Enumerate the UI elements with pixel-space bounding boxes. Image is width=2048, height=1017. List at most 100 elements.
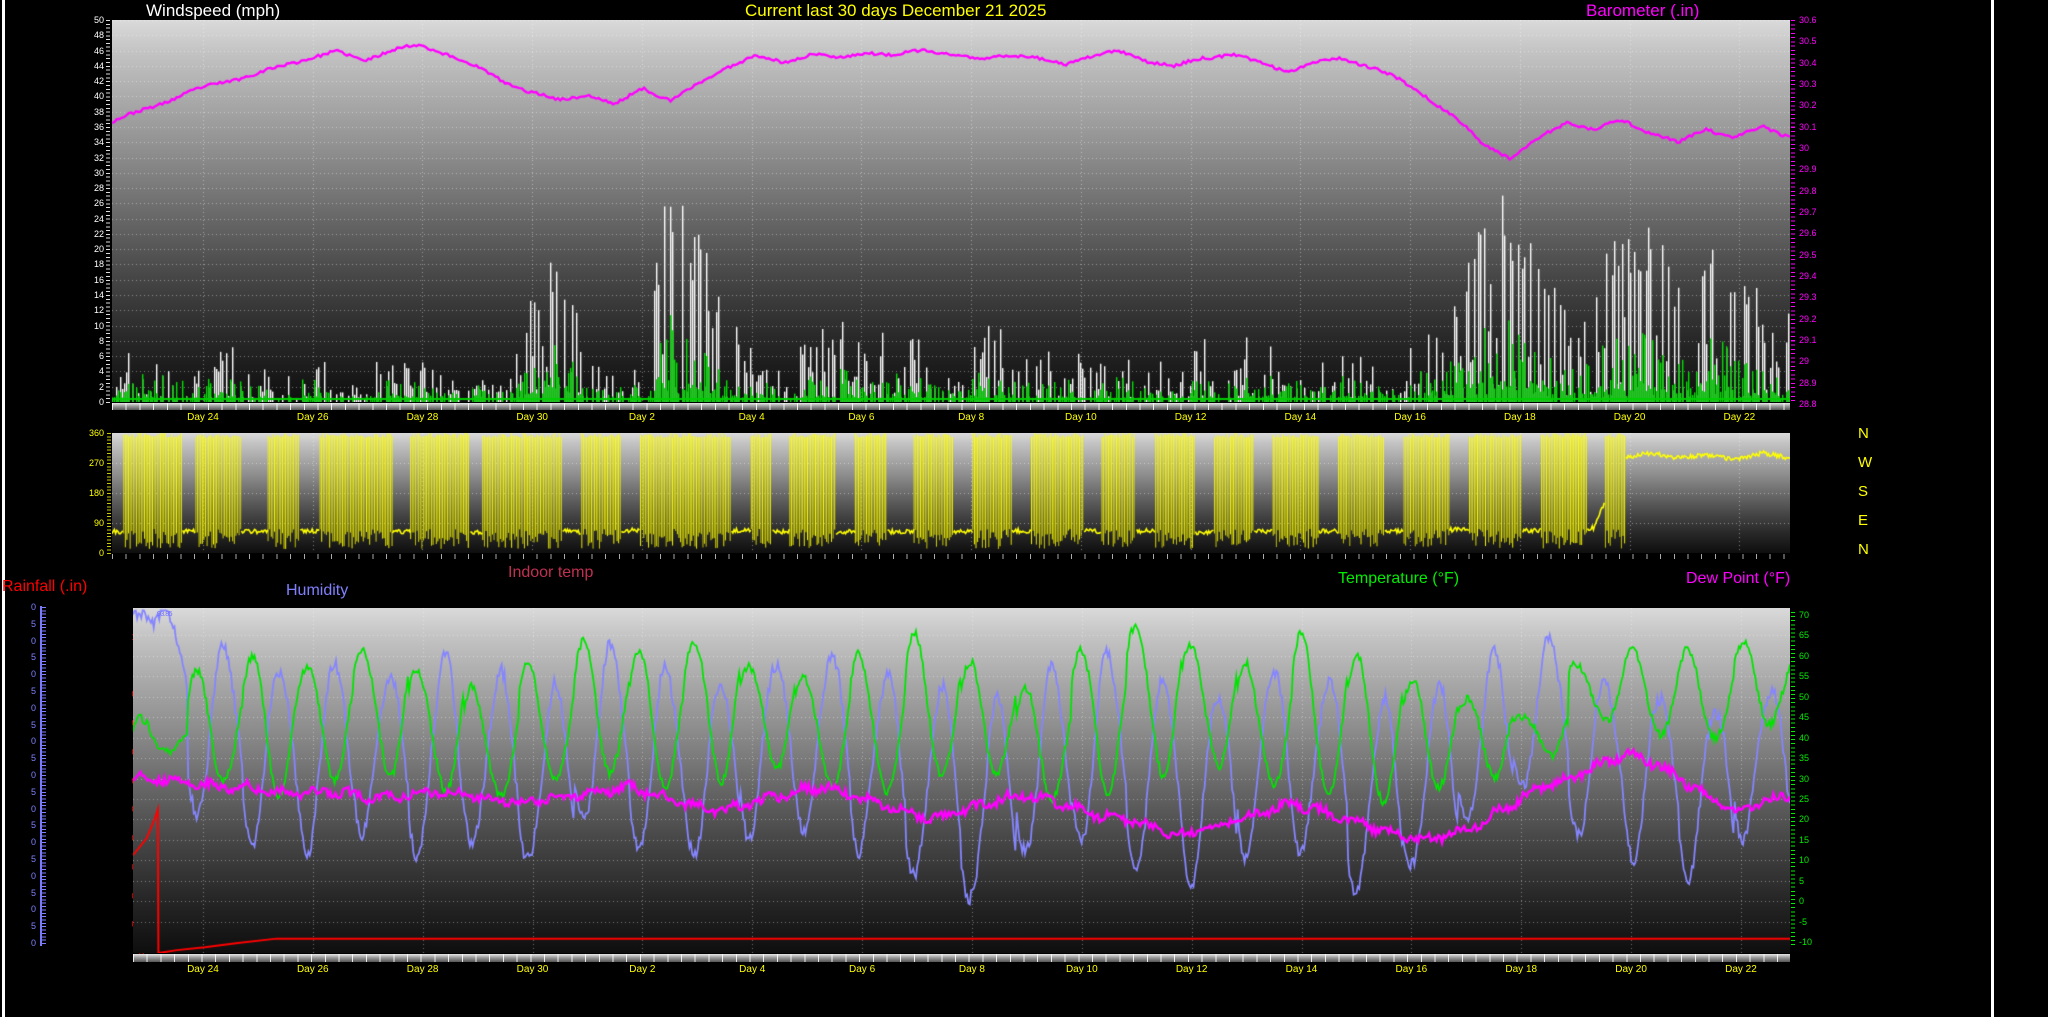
day-label: Day 18 xyxy=(1497,964,1545,975)
temperature-label: Temperature (°F) xyxy=(1338,570,1459,588)
tick-label: 0 xyxy=(82,398,104,407)
dew-point-label: Dew Point (°F) xyxy=(1686,570,1790,588)
day-label: Day 6 xyxy=(838,964,886,975)
tick-label: 50 xyxy=(82,16,104,25)
tick-label: 2 xyxy=(82,383,104,392)
tick-label: 4 xyxy=(82,367,104,376)
tick-label: 360 xyxy=(78,429,104,438)
tick-label: 0 xyxy=(24,737,36,746)
day-label: Day 26 xyxy=(289,412,337,423)
tick-label: 14 xyxy=(82,291,104,300)
weather-trend-window: { "header": { "left_title": "Windspeed (… xyxy=(0,0,2048,1017)
day-label: Day 22 xyxy=(1717,964,1765,975)
tick-label: 15 xyxy=(1799,836,1827,845)
tick-label: 29.9 xyxy=(1799,165,1829,174)
day-label: Day 10 xyxy=(1057,412,1105,423)
tick-label: 5 xyxy=(24,788,36,797)
tick-label: 35 xyxy=(1799,754,1827,763)
tick-label: 5 xyxy=(24,821,36,830)
day-label: Day 22 xyxy=(1715,412,1763,423)
tick-label: 28.9 xyxy=(1799,379,1829,388)
tick-label: 29.5 xyxy=(1799,251,1829,260)
day-label: Day 30 xyxy=(509,964,557,975)
tick-label: 30.6 xyxy=(1799,16,1829,25)
windspeed-barometer-plot xyxy=(112,20,1790,402)
tick-label: 5 xyxy=(24,620,36,629)
day-label: Day 16 xyxy=(1386,412,1434,423)
tick-label: 29.3 xyxy=(1799,293,1829,302)
day-label: Day 28 xyxy=(399,964,447,975)
tick-label: 55 xyxy=(1799,672,1827,681)
tick-label: 29.6 xyxy=(1799,229,1829,238)
tick-label: 8 xyxy=(82,337,104,346)
compass-letter: E xyxy=(1858,513,1868,529)
tick-label: 270 xyxy=(78,459,104,468)
tick-label: 48 xyxy=(82,31,104,40)
tick-label: 29.8 xyxy=(1799,187,1829,196)
tick-label: 10 xyxy=(82,322,104,331)
windspeed-chart-title: Windspeed (mph) xyxy=(146,1,280,20)
tick-label: 46 xyxy=(82,47,104,56)
tick-label: 29.4 xyxy=(1799,272,1829,281)
tick-label: 0 xyxy=(24,704,36,713)
compass-letter: N xyxy=(1858,542,1869,558)
tick-label: 50 xyxy=(1799,693,1827,702)
tick-label: 10 xyxy=(1799,856,1827,865)
tick-label: 5 xyxy=(24,687,36,696)
tick-label: 29 xyxy=(1799,357,1829,366)
wind-direction-axis-ticks xyxy=(107,433,111,554)
day-label: Day 4 xyxy=(728,412,776,423)
compass-letter: S xyxy=(1858,484,1868,500)
tick-label: 5 xyxy=(24,889,36,898)
tick-label: 20 xyxy=(1799,815,1827,824)
tick-label: 30 xyxy=(82,169,104,178)
day-label: Day 2 xyxy=(618,412,666,423)
humidity-label: Humidity xyxy=(286,582,348,600)
tick-label: 5 xyxy=(24,754,36,763)
tick-label: 38 xyxy=(82,108,104,117)
tick-label: -10 xyxy=(1799,938,1827,947)
tick-label: 44 xyxy=(82,62,104,71)
windspeed-axis-ticks xyxy=(106,20,110,403)
day-label: Day 14 xyxy=(1276,412,1324,423)
tick-label: 30 xyxy=(1799,144,1829,153)
barometer-chart-title: Barometer (.in) xyxy=(1586,1,1699,20)
tick-label: 180 xyxy=(78,489,104,498)
mid-chart-x-ticks xyxy=(112,554,1790,559)
tick-label: 29.7 xyxy=(1799,208,1829,217)
day-label: Day 20 xyxy=(1606,412,1654,423)
day-label: Day 26 xyxy=(289,964,337,975)
day-label: Day 28 xyxy=(398,412,446,423)
tick-label: 25 xyxy=(1799,795,1827,804)
bottom-chart-x-axis xyxy=(133,954,1790,962)
tick-label: 0 xyxy=(24,603,36,612)
tick-label: 36 xyxy=(82,123,104,132)
day-label: Day 8 xyxy=(948,964,996,975)
tick-label: 20 xyxy=(82,245,104,254)
tick-label: 0 xyxy=(24,838,36,847)
day-label: Day 12 xyxy=(1168,964,1216,975)
tick-label: 0 xyxy=(24,637,36,646)
tick-label: 28.8 xyxy=(1799,400,1829,409)
top-chart-x-axis xyxy=(112,403,1790,410)
tick-label: 5 xyxy=(24,721,36,730)
tick-label: 29.1 xyxy=(1799,336,1829,345)
tick-label: 90 xyxy=(78,519,104,528)
barometer-axis-ticks xyxy=(1791,20,1795,404)
compass-letter: W xyxy=(1858,455,1872,471)
tick-label: 6 xyxy=(82,352,104,361)
tick-label: 30.1 xyxy=(1799,123,1829,132)
tick-label: 5 xyxy=(24,922,36,931)
day-label: Day 24 xyxy=(179,412,227,423)
tick-label: 30.4 xyxy=(1799,59,1829,68)
day-label: Day 12 xyxy=(1167,412,1215,423)
tick-label: 45 xyxy=(1799,713,1827,722)
day-label: Day 6 xyxy=(837,412,885,423)
tick-label: 70 xyxy=(1799,611,1827,620)
humidity-axis-ticks xyxy=(42,607,46,944)
temperature-axis-ticks xyxy=(1791,612,1795,945)
tick-label: 0 xyxy=(24,939,36,948)
tick-label: 0 xyxy=(24,905,36,914)
day-label: Day 4 xyxy=(728,964,776,975)
day-label: Day 2 xyxy=(618,964,666,975)
